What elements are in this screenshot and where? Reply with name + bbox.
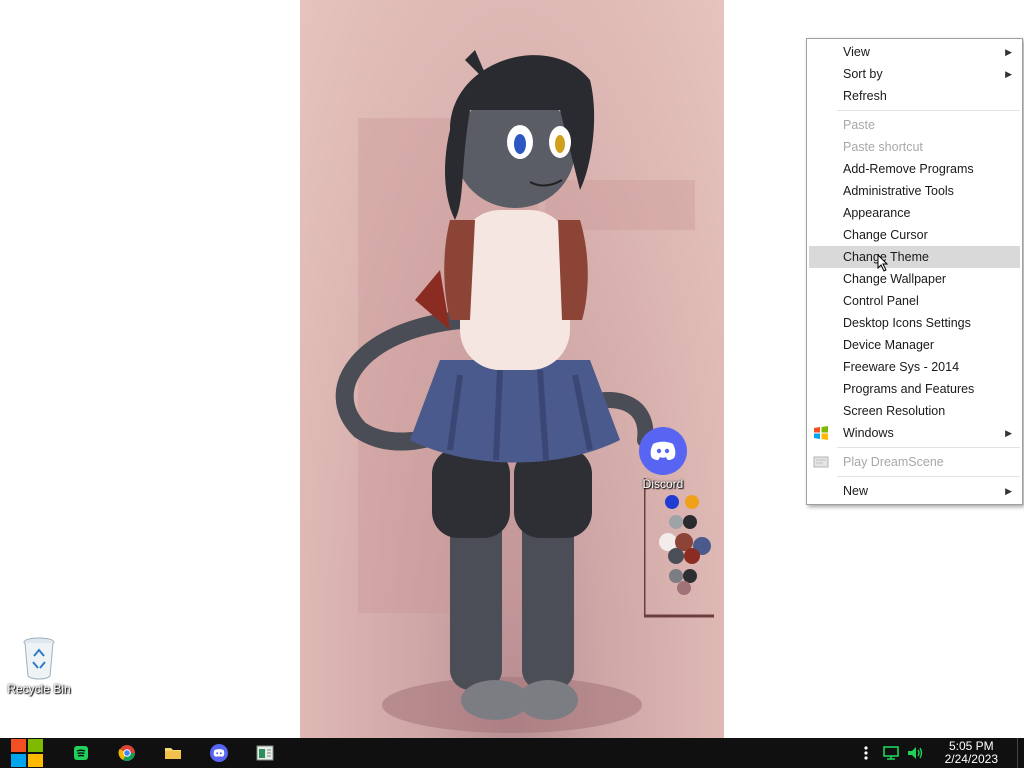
taskbar-chrome[interactable] <box>112 738 142 768</box>
menu-item-label: Paste shortcut <box>843 140 923 154</box>
desktop-icon-discord[interactable]: Discord <box>625 427 701 491</box>
desktop-icon-recycle-bin[interactable]: Recycle Bin <box>1 636 77 696</box>
menu-item-label: Screen Resolution <box>843 404 946 418</box>
menu-item-desktop-icons-settings[interactable]: Desktop Icons Settings <box>809 312 1020 334</box>
discord-icon <box>639 427 687 475</box>
menu-item-paste: Paste <box>809 114 1020 136</box>
menu-item-label: Add-Remove Programs <box>843 162 974 176</box>
menu-item-view[interactable]: View ▶ <box>809 41 1020 63</box>
overflow-dots-icon <box>864 746 868 760</box>
start-button[interactable] <box>8 738 46 768</box>
folder-icon <box>165 748 181 759</box>
menu-separator <box>837 110 1020 111</box>
menu-item-screen-resolution[interactable]: Screen Resolution <box>809 400 1020 422</box>
windows-logo-icon <box>813 425 829 441</box>
recycle-bin-icon <box>22 636 56 680</box>
taskbar-clock[interactable]: 5:05 PM 2/24/2023 <box>945 740 998 766</box>
dreamscene-icon <box>813 454 829 470</box>
menu-item-label: Control Panel <box>843 294 919 308</box>
menu-item-label: Sort by <box>843 67 883 81</box>
menu-separator <box>837 476 1020 477</box>
menu-separator <box>837 447 1020 448</box>
chrome-icon <box>118 745 135 762</box>
menu-item-label: Windows <box>843 426 894 440</box>
menu-item-refresh[interactable]: Refresh <box>809 85 1020 107</box>
tray-overflow[interactable] <box>860 738 872 768</box>
menu-item-play-dreamscene: Play DreamScene <box>809 451 1020 473</box>
menu-item-label: Play DreamScene <box>843 455 944 469</box>
network-icon <box>883 746 899 760</box>
menu-item-windows[interactable]: Windows ▶ <box>809 422 1020 444</box>
menu-item-label: Change Wallpaper <box>843 272 947 286</box>
submenu-arrow-icon: ▶ <box>1005 428 1012 438</box>
taskbar: 5:05 PM 2/24/2023 <box>0 738 1024 768</box>
menu-item-label: Appearance <box>843 206 911 220</box>
recycle-bin-label: Recycle Bin <box>7 682 71 696</box>
menu-item-add-remove-programs[interactable]: Add-Remove Programs <box>809 158 1020 180</box>
menu-item-administrative-tools[interactable]: Administrative Tools <box>809 180 1020 202</box>
menu-item-change-cursor[interactable]: Change Cursor <box>809 224 1020 246</box>
menu-item-label: Freeware Sys - 2014 <box>843 360 960 374</box>
tray-network[interactable] <box>880 738 902 768</box>
menu-item-label: Administrative Tools <box>843 184 954 198</box>
app-window-icon <box>256 745 274 761</box>
spotify-icon <box>74 746 88 760</box>
volume-icon <box>908 747 923 759</box>
wallpaper-character-illustration <box>335 50 654 733</box>
menu-item-label: Change Cursor <box>843 228 928 242</box>
show-desktop-button[interactable] <box>1017 738 1024 768</box>
menu-item-label: Refresh <box>843 89 887 103</box>
menu-item-paste-shortcut: Paste shortcut <box>809 136 1020 158</box>
discord-icon <box>210 744 228 762</box>
taskbar-discord[interactable] <box>204 738 234 768</box>
menu-item-label: Programs and Features <box>843 382 975 396</box>
wallpaper-color-palette <box>644 478 714 618</box>
menu-item-label: View <box>843 45 870 59</box>
menu-item-label: Desktop Icons Settings <box>843 316 971 330</box>
menu-item-change-wallpaper[interactable]: Change Wallpaper <box>809 268 1020 290</box>
clock-date: 2/24/2023 <box>944 752 998 766</box>
tray-volume[interactable] <box>904 738 926 768</box>
desktop-wallpaper <box>300 0 724 738</box>
menu-item-control-panel[interactable]: Control Panel <box>809 290 1020 312</box>
discord-label: Discord <box>642 477 684 491</box>
menu-item-programs-and-features[interactable]: Programs and Features <box>809 378 1020 400</box>
menu-item-new[interactable]: New ▶ <box>809 480 1020 502</box>
menu-item-sort-by[interactable]: Sort by ▶ <box>809 63 1020 85</box>
windows-start-icon <box>11 739 43 767</box>
menu-item-change-theme[interactable]: Change Theme <box>809 246 1020 272</box>
menu-item-freeware-sys[interactable]: Freeware Sys - 2014 <box>809 356 1020 378</box>
taskbar-app[interactable] <box>250 738 280 768</box>
submenu-arrow-icon: ▶ <box>1005 47 1012 57</box>
menu-item-device-manager[interactable]: Device Manager <box>809 334 1020 356</box>
menu-item-appearance[interactable]: Appearance <box>809 202 1020 224</box>
submenu-arrow-icon: ▶ <box>1005 486 1012 496</box>
taskbar-file-explorer[interactable] <box>158 738 188 768</box>
desktop-context-menu: View ▶ Sort by ▶ Refresh Paste Paste short… <box>806 38 1023 505</box>
menu-item-label: Device Manager <box>843 338 935 352</box>
taskbar-spotify[interactable] <box>66 738 96 768</box>
submenu-arrow-icon: ▶ <box>1005 69 1012 79</box>
menu-item-label: Paste <box>843 118 875 132</box>
menu-item-label: New <box>843 484 869 498</box>
